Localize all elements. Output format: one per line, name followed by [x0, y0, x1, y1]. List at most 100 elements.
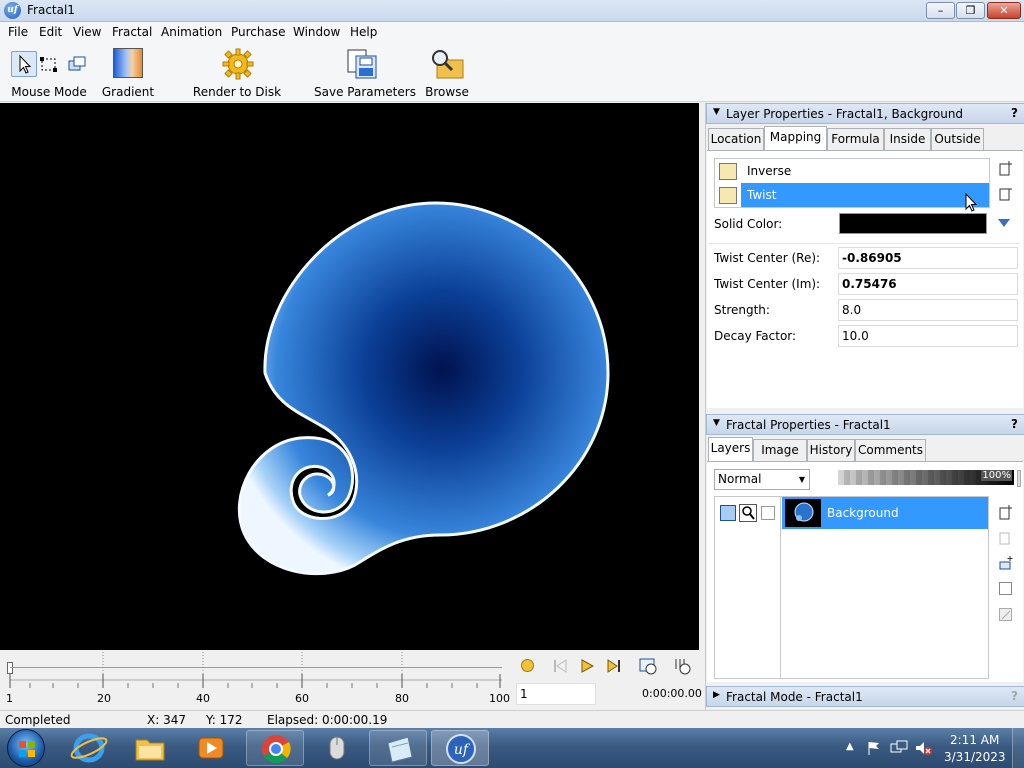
mapping-list: Inverse Twist: [714, 158, 990, 208]
explorer-taskbar-button[interactable]: [121, 730, 179, 766]
close-button[interactable]: ✕: [987, 2, 1021, 19]
media-player-taskbar-button[interactable]: [182, 730, 240, 766]
opacity-slider[interactable]: 100%: [838, 470, 1014, 485]
gear-icon: [222, 48, 254, 80]
show-desktop-button[interactable]: [1012, 728, 1024, 768]
help-icon[interactable]: ?: [1011, 689, 1018, 703]
chevron-down-icon[interactable]: [997, 217, 1011, 229]
add-layer-icon[interactable]: [998, 504, 1014, 520]
gradient-button[interactable]: Gradient: [100, 42, 156, 102]
box-select-button[interactable]: [39, 55, 59, 75]
help-icon[interactable]: ?: [1011, 417, 1018, 431]
select-arrow-button[interactable]: [11, 51, 37, 77]
fractal-mode-header[interactable]: ▶ Fractal Mode - Fractal1 ?: [706, 686, 1024, 707]
app-icon: uf: [4, 2, 21, 19]
twist-center-re-label: Twist Center (Re):: [714, 251, 821, 265]
layer-lock-checkbox[interactable]: [761, 506, 775, 520]
show-hidden-icons-icon[interactable]: ▲: [846, 741, 854, 752]
fractal-mode-title: Fractal Mode - Fractal1: [726, 690, 863, 704]
add-mask-icon[interactable]: [998, 555, 1014, 571]
menu-bar: File Edit View Fractal Animation Purchas…: [0, 22, 1024, 42]
browse-button[interactable]: Browse: [420, 42, 474, 102]
solid-color-label: Solid Color:: [714, 217, 783, 231]
play-icon[interactable]: [580, 659, 594, 673]
merge-layer-icon[interactable]: [998, 607, 1014, 623]
menu-view[interactable]: View: [73, 25, 101, 39]
menu-help[interactable]: Help: [350, 25, 377, 39]
animation-time: 0:00:00.00: [642, 687, 702, 700]
window-pan-icon: [68, 56, 86, 71]
clock-date[interactable]: 3/31/2023: [944, 750, 1006, 764]
internet-explorer-taskbar-button[interactable]: [60, 730, 118, 766]
tab-mapping[interactable]: Mapping: [764, 126, 827, 150]
timeline-ruler: [9, 652, 502, 688]
menu-edit[interactable]: Edit: [39, 25, 62, 39]
copy-layer-icon[interactable]: [998, 530, 1014, 546]
help-icon[interactable]: ?: [1011, 106, 1018, 120]
animation-settings-icon[interactable]: [673, 657, 691, 675]
save-parameters-label: Save Parameters: [314, 85, 416, 99]
layer-group-icon[interactable]: [998, 581, 1014, 597]
start-button[interactable]: [7, 729, 45, 767]
minimize-button[interactable]: –: [926, 2, 955, 19]
tab-image[interactable]: Image: [753, 439, 807, 461]
ultra-fractal-taskbar-button[interactable]: uf: [431, 730, 489, 766]
twist-center-im-input[interactable]: 0.75476: [838, 273, 1018, 295]
render-to-disk-label: Render to Disk: [192, 85, 282, 99]
timeline-tick-label: 1: [6, 692, 13, 705]
blend-mode-select[interactable]: Normal ▼: [714, 469, 810, 490]
status-bar: Completed X: 347 Y: 172 Elapsed: 0:00:00…: [0, 710, 1024, 728]
record-keyframe-button[interactable]: [521, 659, 534, 672]
strength-input[interactable]: 8.0: [838, 299, 1018, 321]
gradient-icon: [113, 48, 143, 78]
table-row[interactable]: Background: [715, 497, 988, 529]
notepad-taskbar-button[interactable]: [369, 730, 427, 766]
menu-file[interactable]: File: [8, 25, 28, 39]
mouse-app-taskbar-button[interactable]: [308, 730, 366, 766]
browse-folder-icon: [432, 50, 464, 79]
network-icon[interactable]: [890, 740, 908, 756]
remove-mapping-icon[interactable]: [998, 185, 1014, 201]
magnifier-icon[interactable]: [739, 504, 757, 522]
fast-forward-icon[interactable]: [607, 659, 621, 673]
tab-comments[interactable]: Comments: [855, 439, 926, 461]
opacity-slider-thumb[interactable]: [1017, 470, 1021, 487]
timer-icon[interactable]: [639, 657, 657, 675]
twist-center-re-input[interactable]: -0.86905: [838, 247, 1018, 269]
fractal-properties-header[interactable]: ▼ Fractal Properties - Fractal1 ?: [706, 414, 1024, 435]
tab-history[interactable]: History: [807, 439, 855, 461]
action-center-flag-icon[interactable]: [866, 740, 882, 756]
decay-factor-input[interactable]: 10.0: [838, 325, 1018, 347]
fractal-image: [237, 201, 610, 576]
menu-animation[interactable]: Animation: [161, 25, 222, 39]
current-frame-input[interactable]: 1: [516, 683, 596, 705]
tab-location[interactable]: Location: [708, 128, 764, 150]
chrome-taskbar-button[interactable]: [246, 730, 304, 766]
list-item[interactable]: Inverse: [715, 159, 989, 183]
clock-time[interactable]: 2:11 AM: [950, 733, 999, 747]
menu-purchase[interactable]: Purchase: [231, 25, 286, 39]
layers-tab-content: Normal ▼ 100% Background: [707, 461, 1023, 682]
pan-button[interactable]: [67, 55, 87, 75]
rewind-icon[interactable]: [553, 659, 567, 673]
fractal-thumbnail-icon: [794, 502, 814, 522]
fractal-canvas[interactable]: [0, 103, 699, 650]
list-item[interactable]: Twist: [715, 183, 989, 207]
collapse-triangle-icon: ▼: [713, 107, 720, 117]
add-mapping-icon[interactable]: [998, 160, 1014, 176]
tab-formula[interactable]: Formula: [827, 128, 884, 150]
menu-window[interactable]: Window: [293, 25, 340, 39]
maximize-button[interactable]: ❐: [956, 2, 985, 19]
layer-properties-header[interactable]: ▼ Layer Properties - Fractal1, Backgroun…: [706, 103, 1024, 124]
animation-timeline: 1 20 40 60 80 100 1 0:00:00.00: [0, 650, 705, 710]
menu-fractal[interactable]: Fractal: [112, 25, 152, 39]
solid-color-swatch[interactable]: [839, 213, 987, 234]
tab-layers[interactable]: Layers: [708, 437, 753, 461]
save-parameters-button[interactable]: Save Parameters: [314, 42, 416, 102]
layer-visible-icon[interactable]: [720, 505, 736, 521]
render-to-disk-button[interactable]: Render to Disk: [190, 42, 284, 102]
tab-outside[interactable]: Outside: [931, 128, 984, 150]
volume-muted-icon[interactable]: [914, 740, 932, 756]
tab-inside[interactable]: Inside: [884, 128, 931, 150]
blend-mode-value: Normal: [718, 472, 762, 486]
